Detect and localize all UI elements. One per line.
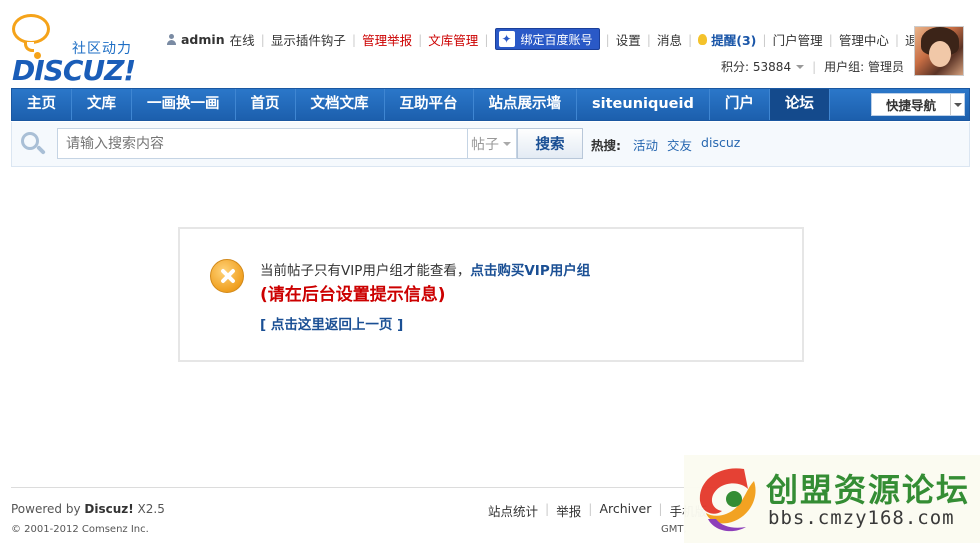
nav-item-frontpage[interactable]: 首页: [236, 89, 296, 120]
credits-bar: 积分: 53884 | 用户组: 管理员: [721, 58, 904, 75]
settings-link[interactable]: 设置: [616, 30, 641, 49]
user-toolbar: admin 在线 | 显示插件钩子 | 管理举报 | 文库管理 | ✦ 绑定百度…: [166, 28, 930, 50]
search-icon: [21, 132, 47, 156]
search-type-select[interactable]: 帖子: [467, 128, 517, 159]
chevron-down-icon: [503, 141, 511, 146]
quick-nav-label: 快捷导航: [885, 98, 936, 113]
buy-vip-link[interactable]: 点击购买VIP用户组: [470, 263, 590, 279]
nav-item-portal[interactable]: 门户: [710, 89, 770, 120]
chevron-down-icon[interactable]: [796, 64, 805, 69]
user-icon: [166, 33, 177, 45]
bind-baidu-button[interactable]: ✦ 绑定百度账号: [494, 28, 600, 50]
powered-by: Powered by Discuz! X2.5: [11, 502, 165, 516]
copyright: © 2001-2012 Comsenz Inc.: [11, 524, 149, 535]
avatar[interactable]: [914, 26, 964, 76]
hot-keyword[interactable]: discuz: [701, 135, 740, 154]
footer-link-stats[interactable]: 站点统计: [488, 501, 538, 520]
nav-item-siteuniqueid[interactable]: siteuniqueid: [577, 89, 710, 120]
nav-item-doc-library[interactable]: 文档文库: [296, 89, 385, 120]
footer-links: 站点统计 | 举报 | Archiver | 手机版: [488, 501, 707, 520]
nav-item-home[interactable]: 主页: [12, 89, 72, 120]
search-input[interactable]: [57, 128, 467, 159]
search-button[interactable]: 搜索: [517, 128, 583, 159]
search-type-label: 帖子: [471, 136, 499, 153]
username-link[interactable]: admin: [181, 32, 225, 47]
go-back-link[interactable]: [ 点击这里返回上一页 ]: [260, 313, 403, 333]
swirl-logo-icon: [699, 468, 756, 532]
nav-item-swap-painting[interactable]: 一画换一画: [132, 89, 236, 120]
messages-link[interactable]: 消息: [657, 30, 682, 49]
footer-link-archiver[interactable]: Archiver: [599, 501, 651, 520]
hot-search: 热搜: 活动 交友 discuz: [591, 135, 749, 154]
remind-link[interactable]: 提醒(3): [711, 30, 756, 49]
nav-item-library[interactable]: 文库: [72, 89, 132, 120]
alert-message-box: 当前帖子只有VIP用户组才能查看，点击购买VIP用户组 (请在后台设置提示信息)…: [178, 227, 804, 362]
nav-item-site-showcase[interactable]: 站点展示墙: [474, 89, 577, 120]
error-icon: [210, 259, 244, 293]
hot-keyword[interactable]: 交友: [667, 135, 692, 154]
discuz-logo[interactable]: 社区动力 DISCUZ!: [10, 12, 150, 87]
main-nav: 主页 文库 一画换一画 首页 文档文库 互助平台 站点展示墙 siteuniqu…: [11, 88, 970, 121]
alert-message-text: 当前帖子只有VIP用户组才能查看，点击购买VIP用户组: [260, 263, 591, 279]
show-plugin-hooks-link[interactable]: 显示插件钩子: [271, 30, 346, 49]
online-status[interactable]: 在线: [230, 30, 255, 49]
library-manage-link[interactable]: 文库管理: [428, 30, 478, 49]
usergroup-link[interactable]: 用户组: 管理员: [824, 58, 904, 75]
hot-search-label: 热搜:: [591, 138, 621, 153]
watermark-url: bbs.cmzy168.com: [768, 507, 955, 529]
watermark-title: 创盟资源论坛: [766, 471, 971, 509]
baidu-paw-icon: ✦: [498, 31, 515, 47]
lightbulb-icon: [698, 33, 708, 45]
nav-item-forum[interactable]: 论坛: [769, 89, 830, 120]
chevron-down-icon: [950, 94, 964, 115]
footer-link-report[interactable]: 举报: [556, 501, 581, 520]
search-bar: 帖子 搜索 热搜: 活动 交友 discuz: [11, 122, 970, 167]
portal-manage-link[interactable]: 门户管理: [773, 30, 823, 49]
admin-center-link[interactable]: 管理中心: [839, 30, 889, 49]
site-watermark: 创盟资源论坛 bbs.cmzy168.com: [684, 455, 980, 543]
logo-wordmark: DISCUZ!: [12, 54, 136, 87]
hot-keyword[interactable]: 活动: [633, 135, 658, 154]
quick-nav-button[interactable]: 快捷导航: [871, 93, 965, 116]
bind-baidu-label: 绑定百度账号: [520, 32, 593, 47]
nav-item-help-platform[interactable]: 互助平台: [385, 89, 474, 120]
manage-reports-link[interactable]: 管理举报: [362, 30, 412, 49]
timezone-text: GMT,: [661, 524, 687, 535]
discuz-link[interactable]: Discuz!: [84, 502, 133, 516]
alert-hint-text: (请在后台设置提示信息): [260, 285, 446, 305]
speech-bubble-icon: [12, 14, 50, 44]
points-link[interactable]: 积分: 53884: [721, 58, 791, 75]
